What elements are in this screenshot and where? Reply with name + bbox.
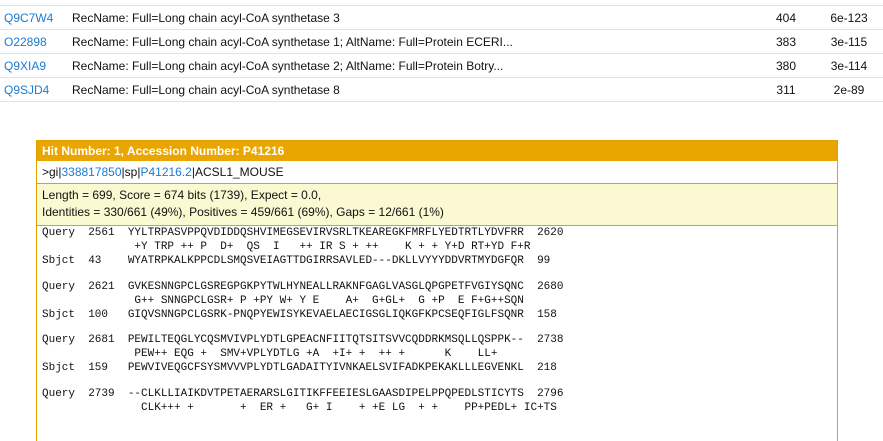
alignment-block: Query 2621 GVKESNNGPCLGSREGPGKPYTWLHYNEA… — [37, 280, 837, 322]
hit-score: 311 — [776, 83, 796, 97]
gi-link[interactable]: 338817850 — [61, 165, 121, 179]
stats-line-length-score: Length = 699, Score = 674 bits (1739), E… — [42, 188, 322, 202]
hit-row[interactable]: O22898 RecName: Full=Long chain acyl-CoA… — [0, 30, 883, 54]
sbjct-line: Sbjct 159 PEWVIVEQGCFSYSMVVVPLYDTLGADAIT… — [42, 362, 557, 375]
stats-line-identities: Identities = 330/661 (49%), Positives = … — [42, 205, 444, 219]
hit-accession-link[interactable]: Q9XIA9 — [4, 59, 46, 73]
alignment-defline: >gi|338817850|sp|P41216.2|ACSL1_MOUSE — [37, 161, 837, 184]
hit-description: RecName: Full=Long chain acyl-CoA synthe… — [72, 11, 340, 25]
defline-suffix: |ACSL1_MOUSE — [191, 165, 284, 179]
query-line: Query 2739 --CLKLLIAIKDVTPETAERARSLGITIK… — [42, 388, 564, 401]
sp-accession-link[interactable]: P41216.2 — [140, 165, 191, 179]
match-line: G++ SNNGPCLGSR+ P +PY W+ Y E A+ G+GL+ G … — [42, 294, 524, 307]
hit-evalue: 6e-123 — [830, 11, 868, 25]
query-line: Query 2561 YYLTRPASVPPQVDIDDQSHVIMEGSEVI… — [42, 227, 564, 239]
hit-score: 380 — [775, 59, 797, 73]
hit-description: RecName: Full=Long chain acyl-CoA synthe… — [72, 35, 513, 49]
hit-row[interactable]: Q9XIA9 RecName: Full=Long chain acyl-CoA… — [0, 54, 883, 78]
alignment-block: Query 2561 YYLTRPASVPPQVDIDDQSHVIMEGSEVI… — [37, 226, 837, 268]
hit-accession-link[interactable]: Q9SJD4 — [4, 83, 49, 97]
hits-table: Q9C7W4 RecName: Full=Long chain acyl-CoA… — [0, 5, 883, 102]
query-line: Query 2681 PEWILTEQGLYCQSMVIVPLYDTLGPEAC… — [42, 334, 564, 347]
alignment-block: Query 2681 PEWILTEQGLYCQSMVIVPLYDTLGPEAC… — [37, 333, 837, 375]
hit-row[interactable]: Q9SJD4 RecName: Full=Long chain acyl-CoA… — [0, 78, 883, 102]
match-line: +Y TRP ++ P D+ QS I ++ IR S + ++ K + + Y… — [42, 240, 531, 253]
hit-score: 404 — [775, 11, 797, 25]
hit-description: RecName: Full=Long chain acyl-CoA synthe… — [72, 59, 504, 73]
hit-evalue: 3e-114 — [830, 59, 868, 73]
sbjct-line: Sbjct 100 GIQVSNNGPCLGSRK-PNQPYEWISYKEVA… — [42, 308, 557, 321]
defline-middle: |sp| — [121, 165, 141, 179]
sbjct-line: Sbjct 43 WYATRPKALKPPCDLSMQSVEIAGTTDGIRR… — [42, 254, 551, 267]
alignment-stats: Length = 699, Score = 674 bits (1739), E… — [37, 184, 837, 226]
hit-accession-link[interactable]: Q9C7W4 — [4, 11, 53, 25]
match-line: CLK+++ + + ER + G+ I + +E LG + + PP+PEDL… — [42, 402, 557, 415]
alignment-header: Hit Number: 1, Accession Number: P41216 — [37, 141, 837, 161]
alignment-panel: Hit Number: 1, Accession Number: P41216 … — [36, 140, 838, 441]
hit-evalue: 3e-115 — [830, 35, 868, 49]
hit-evalue: 2e-89 — [833, 83, 865, 97]
match-line: PEW++ EQG + SMV+VPLYDTLG +A +I+ + ++ + K… — [42, 348, 498, 361]
alignment-block: Query 2739 --CLKLLIAIKDVTPETAERARSLGITIK… — [37, 387, 837, 415]
hit-score: 383 — [775, 35, 797, 49]
defline-prefix: >gi| — [42, 165, 62, 179]
hit-description: RecName: Full=Long chain acyl-CoA synthe… — [72, 83, 340, 97]
hit-accession-link[interactable]: O22898 — [4, 35, 47, 49]
hit-row[interactable]: Q9C7W4 RecName: Full=Long chain acyl-CoA… — [0, 5, 883, 30]
query-line: Query 2621 GVKESNNGPCLGSREGPGKPYTWLHYNEA… — [42, 280, 564, 293]
